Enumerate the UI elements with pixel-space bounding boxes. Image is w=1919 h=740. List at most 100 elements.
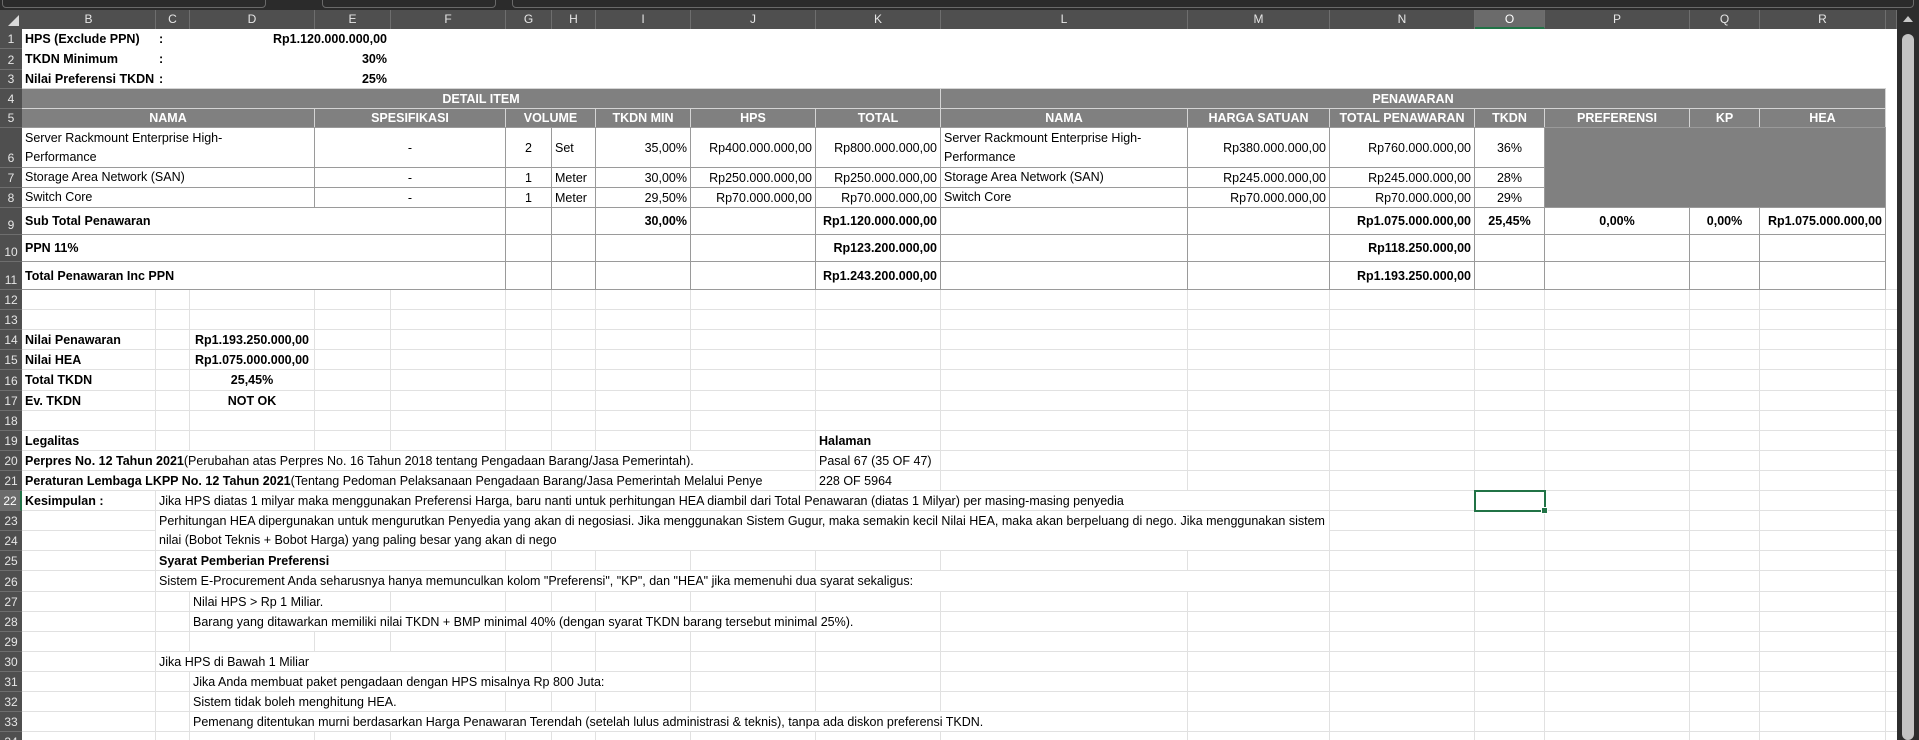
- column-header-q[interactable]: Q: [1690, 10, 1760, 29]
- cell[interactable]: [1187, 261, 1330, 290]
- ppn-offer[interactable]: Rp118.250.000,00: [1329, 234, 1475, 262]
- offer-unit-price[interactable]: Rp70.000.000,00: [1187, 187, 1330, 208]
- item-spesifikasi[interactable]: -: [314, 187, 506, 208]
- row-header-25[interactable]: 25: [0, 551, 22, 571]
- cell[interactable]: [1544, 234, 1690, 262]
- cell[interactable]: [551, 207, 596, 235]
- row-header-24[interactable]: 24: [0, 531, 22, 551]
- column-title[interactable]: TKDN MIN: [595, 108, 691, 128]
- evaluation-value[interactable]: NOT OK: [190, 391, 314, 410]
- row-header-31[interactable]: 31: [0, 672, 22, 692]
- column-title[interactable]: TOTAL PENAWARAN: [1329, 108, 1475, 128]
- total_inc-offer[interactable]: Rp1.193.250.000,00: [1329, 261, 1475, 290]
- subtotal-tkdn-min[interactable]: 30,00%: [595, 207, 691, 235]
- scroll-up-arrow-icon[interactable]: [1903, 16, 1913, 22]
- vertical-scrollbar[interactable]: [1897, 10, 1919, 740]
- legal-title[interactable]: Legalitas: [22, 431, 155, 450]
- cell[interactable]: [690, 234, 816, 262]
- subtotal-preferensi[interactable]: 0,00%: [1544, 207, 1690, 235]
- column-title[interactable]: TOTAL: [815, 108, 941, 128]
- subtotal-kp[interactable]: 0,00%: [1689, 207, 1760, 235]
- column-header-c[interactable]: C: [156, 10, 190, 29]
- row-header-22[interactable]: 22: [0, 491, 22, 511]
- item-hps[interactable]: Rp70.000.000,00: [690, 187, 816, 208]
- item-hps[interactable]: Rp250.000.000,00: [690, 167, 816, 188]
- ppn-label[interactable]: PPN 11%: [21, 234, 506, 262]
- row-header-10[interactable]: 10: [0, 235, 22, 262]
- total_inc-total[interactable]: Rp1.243.200.000,00: [815, 261, 941, 290]
- column-title[interactable]: HEA: [1759, 108, 1886, 128]
- column-title[interactable]: SPESIFIKASI: [314, 108, 506, 128]
- cell[interactable]: [551, 234, 596, 262]
- kesimpulan-line[interactable]: Jika HPS diatas 1 milyar maka menggunaka…: [156, 491, 1329, 510]
- below-item[interactable]: Pemenang ditentukan murni berdasarkan Ha…: [190, 712, 1187, 731]
- evaluation-value[interactable]: Rp1.075.000.000,00: [190, 350, 314, 369]
- row-header-26[interactable]: 26: [0, 571, 22, 592]
- row-header-21[interactable]: 21: [0, 471, 22, 491]
- column-title[interactable]: HARGA SATUAN: [1187, 108, 1330, 128]
- offer-unit-price[interactable]: Rp380.000.000,00: [1187, 127, 1330, 168]
- summary-value[interactable]: Rp1.120.000.000,00: [190, 29, 390, 48]
- row-header-34[interactable]: 34: [0, 732, 22, 740]
- column-header-i[interactable]: I: [596, 10, 691, 29]
- below-item[interactable]: Sistem tidak boleh menghitung HEA.: [190, 692, 505, 711]
- subtotal-label[interactable]: Sub Total Penawaran: [21, 207, 506, 235]
- column-header-j[interactable]: J: [691, 10, 816, 29]
- summary-value[interactable]: 30%: [190, 49, 390, 69]
- summary-separator[interactable]: :: [156, 70, 189, 88]
- item-name[interactable]: Server Rackmount Enterprise High-Perform…: [21, 127, 315, 168]
- cell[interactable]: [940, 207, 1188, 235]
- row-header-23[interactable]: 23: [0, 511, 22, 531]
- summary-separator[interactable]: :: [156, 49, 189, 69]
- column-header-r[interactable]: R: [1760, 10, 1886, 29]
- cell[interactable]: [551, 261, 596, 290]
- column-header-h[interactable]: H: [552, 10, 596, 29]
- row-header-33[interactable]: 33: [0, 712, 22, 732]
- cell[interactable]: [1187, 207, 1330, 235]
- column-header-m[interactable]: M: [1188, 10, 1330, 29]
- summary-value[interactable]: 25%: [190, 70, 390, 88]
- formula-buttons[interactable]: [322, 0, 496, 8]
- item-hps[interactable]: Rp400.000.000,00: [690, 127, 816, 168]
- item-spesifikasi[interactable]: -: [314, 127, 506, 168]
- syarat-item[interactable]: Barang yang ditawarkan memiliki nilai TK…: [190, 612, 940, 631]
- column-title[interactable]: TKDN: [1474, 108, 1545, 128]
- selected-cell-o22[interactable]: [1474, 490, 1548, 514]
- halaman-title[interactable]: Halaman: [816, 431, 940, 450]
- offer-total[interactable]: Rp245.000.000,00: [1329, 167, 1475, 188]
- offer-tkdn[interactable]: 29%: [1474, 187, 1545, 208]
- scrollbar-thumb[interactable]: [1902, 34, 1914, 740]
- cell[interactable]: [940, 234, 1188, 262]
- column-title[interactable]: HPS: [690, 108, 816, 128]
- cell[interactable]: [505, 207, 552, 235]
- cell[interactable]: [1474, 234, 1545, 262]
- ppn-total[interactable]: Rp123.200.000,00: [815, 234, 941, 262]
- offer-name[interactable]: Server Rackmount Enterprise High-Perform…: [940, 127, 1188, 168]
- below-item[interactable]: Jika Anda membuat paket pengadaan dengan…: [190, 672, 690, 691]
- name-box[interactable]: [2, 0, 266, 8]
- total_inc-label[interactable]: Total Penawaran Inc PPN: [21, 261, 506, 290]
- row-header-30[interactable]: 30: [0, 652, 22, 672]
- subtotal-tkdn[interactable]: 25,45%: [1474, 207, 1545, 235]
- column-title[interactable]: NAMA: [21, 108, 315, 128]
- offer-tkdn[interactable]: 36%: [1474, 127, 1545, 168]
- row-header-2[interactable]: 2: [0, 49, 22, 70]
- item-unit[interactable]: Meter: [551, 167, 596, 188]
- item-total[interactable]: Rp800.000.000,00: [815, 127, 941, 168]
- cell[interactable]: [505, 234, 552, 262]
- column-header-n[interactable]: N: [1330, 10, 1475, 29]
- cell[interactable]: [940, 261, 1188, 290]
- row-header-6[interactable]: 6: [0, 128, 22, 168]
- item-spesifikasi[interactable]: -: [314, 167, 506, 188]
- evaluation-label[interactable]: Total TKDN: [22, 370, 155, 390]
- column-header-k[interactable]: K: [816, 10, 941, 29]
- penawaran-header[interactable]: PENAWARAN: [940, 88, 1886, 109]
- item-volume[interactable]: 2: [505, 127, 552, 168]
- kesimpulan-label[interactable]: Kesimpulan :: [22, 491, 155, 510]
- select-all-button[interactable]: [0, 10, 22, 29]
- row-header-1[interactable]: 1: [0, 29, 22, 49]
- item-tkdn-min[interactable]: 30,00%: [595, 167, 691, 188]
- cell[interactable]: [1759, 234, 1886, 262]
- item-tkdn-min[interactable]: 29,50%: [595, 187, 691, 208]
- item-total[interactable]: Rp250.000.000,00: [815, 167, 941, 188]
